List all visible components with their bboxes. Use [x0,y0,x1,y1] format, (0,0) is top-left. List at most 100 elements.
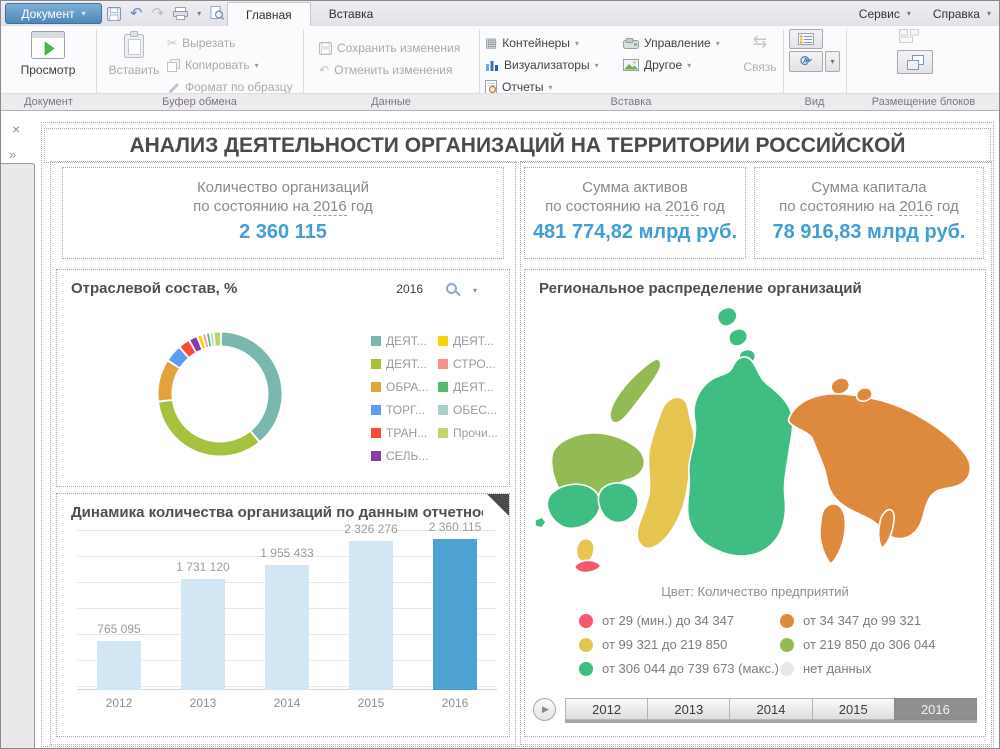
visualizers-button[interactable]: Визуализаторы ▾ [485,56,599,74]
map-region-siberia[interactable] [688,357,793,556]
undo-changes-button[interactable]: ↶ Отменить изменения [319,61,453,79]
year-button-2014[interactable]: 2014 [729,698,812,720]
tab-glavnaya[interactable]: Главная [227,2,311,27]
menu-service[interactable]: Сервис ▾ [859,7,911,21]
year-selector: 2012 2013 2014 2015 2016 [565,698,977,723]
auto-refresh-dropdown-button[interactable]: ▾ [825,51,840,72]
bar-2012[interactable] [97,641,141,690]
view-list-icon [798,33,814,45]
document-menu-button[interactable]: Документ ▾ [5,3,102,24]
bar-2015[interactable] [349,541,393,690]
legend-circle [579,614,593,628]
undo-icon[interactable]: ↶ [130,6,143,21]
donut-slice-6[interactable] [201,342,203,343]
donut-slice-5[interactable] [193,343,198,346]
map-region-north-islands[interactable] [718,308,737,327]
map-region-kaliningrad[interactable] [535,517,546,528]
kpi-capital-block[interactable]: Сумма капитала по состоянию на 2016 год … [754,167,984,259]
bars-row: 765 0951 731 1201 955 4332 326 2762 360 … [77,530,497,690]
donut-slice-0[interactable] [222,339,275,436]
bar-x-labels: 2012 2013 2014 2015 2016 [77,696,497,710]
legend-item: ДЕЯТ... [438,380,502,394]
legend-swatch [438,405,448,415]
print-dropdown-caret[interactable]: ▾ [197,9,201,18]
view-list-toggle-button[interactable] [789,29,823,49]
map-region-kamchatka[interactable] [820,504,845,564]
kpi-year[interactable]: 2016 [665,198,698,216]
map-region-caucasus[interactable] [575,560,601,572]
quick-access-toolbar: ↶ ↷ ▾ [107,2,225,25]
preview-icon[interactable] [210,6,225,21]
play-button[interactable]: ▶ [533,698,556,721]
kpi-sublabel: по состоянию на 2016 год [63,197,503,216]
visualizers-barchart-icon [485,59,499,71]
donut-slice-3[interactable] [174,353,183,363]
preview-window-play-icon [31,31,65,59]
map-region-novaya-zemlya[interactable] [610,359,661,423]
donut-slice-4[interactable] [185,347,192,352]
save-icon[interactable] [107,7,121,21]
cut-button[interactable]: ✂ Вырезать [167,34,235,52]
tab-vstavka[interactable]: Вставка [311,1,392,26]
map-region-chukotka-islands[interactable] [831,378,849,394]
industry-year-filter[interactable]: 2016 [396,282,423,296]
preview-button[interactable]: Просмотр [11,28,85,90]
copy-button[interactable]: Копировать ▾ [167,56,259,74]
blocks-layout-icon-disabled[interactable] [899,29,919,43]
paste-button[interactable]: Вставить [105,28,163,90]
bar-column-2012: 765 095 [77,530,161,690]
map-region-south[interactable] [577,539,595,563]
year-button-2013[interactable]: 2013 [647,698,730,720]
dashboard-title-block[interactable]: АНАЛИЗ ДЕЯТЕЛЬНОСТИ ОРГАНИЗАЦИЙ НА ТЕРРИ… [44,128,991,163]
magnifier-icon[interactable] [446,283,457,294]
legend-item: от 306 044 до 739 673 (макс.) [579,661,779,676]
menu-help[interactable]: Справка ▾ [933,7,991,21]
expand-chevrons-icon[interactable]: » [9,147,16,162]
kpi-value: 2 360 115 [63,221,503,244]
map-title: Региональное распределение организаций [539,280,862,297]
kpi-assets-block[interactable]: Сумма активов по состоянию на 2016 год 4… [524,167,746,259]
kpi-org-count-block[interactable]: Количество организаций по состоянию на 2… [62,167,504,259]
map-region-volga[interactable] [598,483,638,523]
map-region-fareast[interactable] [789,394,971,539]
other-button[interactable]: Другое ▾ [623,56,691,74]
year-button-2012[interactable]: 2012 [565,698,648,720]
map-region-central[interactable] [547,484,600,528]
dynamics-bar-block[interactable]: Динамика количества организаций по данны… [56,493,510,737]
map-region-north-islands[interactable] [729,329,747,346]
management-icon [623,38,639,49]
save-changes-button[interactable]: Сохранить изменения [319,39,460,57]
bar-value-label: 765 095 [77,622,161,636]
legend-item: СТРО... [438,357,502,371]
management-button[interactable]: Управление ▾ [623,34,720,52]
bar-2016[interactable] [433,539,477,690]
containers-button[interactable]: ▦ Контейнеры ▾ [485,34,579,52]
donut-slice-1[interactable] [166,402,255,449]
reports-dropdown-caret: ▾ [548,83,552,92]
donut-slice-2[interactable] [165,365,173,400]
cascade-blocks-button[interactable] [897,50,933,74]
print-icon[interactable] [173,7,188,20]
year-button-2016[interactable]: 2016 [894,698,977,720]
dashboard-title: АНАЛИЗ ДЕЯТЕЛЬНОСТИ ОРГАНИЗАЦИЙ НА ТЕРРИ… [130,134,906,157]
regional-map-block[interactable]: Региональное распределение организаций [524,269,986,737]
bar-2013[interactable] [181,579,225,690]
legend-swatch [438,336,448,346]
magnifier-dropdown-caret[interactable]: ▾ [473,286,477,295]
industry-donut-block[interactable]: Отраслевой состав, % 2016 ▾ ДЕЯТ... ДЕЯТ… [56,269,510,487]
kpi-year[interactable]: 2016 [899,198,932,216]
kpi-year[interactable]: 2016 [313,198,346,216]
map-region-ural[interactable] [637,397,694,548]
year-button-2015[interactable]: 2015 [812,698,895,720]
title-bar: Документ ▾ ↶ ↷ ▾ Главная Вставка Сервис … [1,1,999,26]
link-button[interactable]: ⇆ Связь [739,32,781,74]
auto-refresh-button[interactable]: ⟳A [789,51,823,72]
legend-item: от 34 347 до 99 321 [780,613,936,628]
bar-2014[interactable] [265,565,309,690]
close-icon[interactable]: × [12,121,20,137]
redo-icon[interactable]: ↷ [152,6,165,21]
bar-column-2014: 1 955 433 [245,530,329,690]
map-region-chukotka-islands[interactable] [857,388,873,401]
sidebar-collapsed-panel[interactable] [1,163,35,749]
app-window: Документ ▾ ↶ ↷ ▾ Главная Вставка Сервис … [0,0,1000,749]
